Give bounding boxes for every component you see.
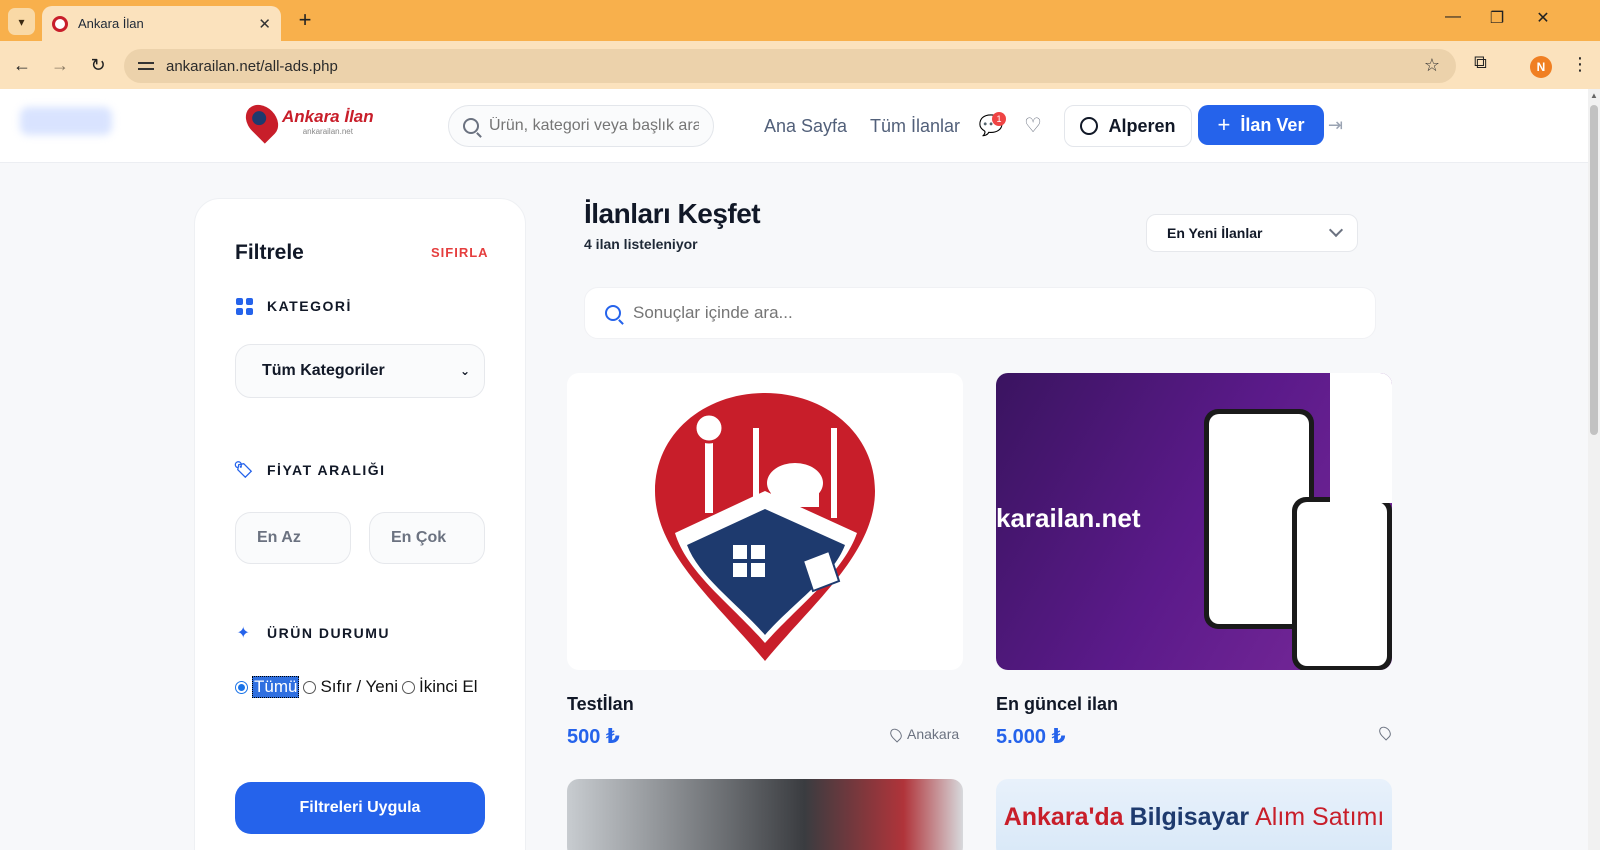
tab-close-icon[interactable]: ✕ — [258, 15, 271, 33]
phone-mockup — [1292, 497, 1392, 670]
results-search[interactable] — [584, 287, 1376, 339]
back-icon[interactable]: ← — [10, 53, 34, 77]
page-scrollbar[interactable]: ▲ — [1588, 89, 1600, 850]
logout-icon[interactable]: ⇥ — [1328, 115, 1343, 136]
radio-all[interactable] — [235, 680, 248, 694]
location-pin-icon — [1376, 724, 1394, 741]
restore-icon[interactable]: ❐ — [1483, 8, 1511, 28]
listing-image[interactable]: karailan.net — [996, 373, 1392, 670]
site-logo[interactable]: Ankara İlan ankarailan.net — [239, 98, 374, 144]
filter-panel: Filtrele SIFIRLA KATEGORİ Tüm Kategorile… — [194, 198, 526, 850]
forward-icon[interactable]: → — [48, 53, 72, 77]
blurred-logo — [20, 107, 112, 135]
tag-icon: 🏷 — [233, 462, 255, 479]
listing-title[interactable]: En güncel ilan — [996, 694, 1118, 715]
results-search-input[interactable] — [633, 303, 1333, 323]
user-account-button[interactable]: Alperen — [1064, 105, 1192, 147]
sparkle-icon: ✦ — [236, 625, 252, 642]
site-favicon-icon — [52, 15, 68, 32]
window-close-icon[interactable]: ✕ — [1529, 8, 1557, 28]
banner-word: Alım Satımı — [1255, 803, 1385, 831]
logo-pin-icon — [239, 98, 285, 144]
browser-tabbar: ▾ Ankara İlan ✕ + — ❐ ✕ — [0, 0, 1600, 41]
price-section-label: 🏷 FİYAT ARALIĞI — [233, 462, 386, 479]
nav-all-listings[interactable]: Tüm İlanlar — [870, 116, 960, 137]
scroll-up-icon[interactable]: ▲ — [1590, 91, 1598, 100]
minimize-icon[interactable]: — — [1439, 8, 1467, 26]
ankara-ilan-logo-image — [655, 393, 875, 661]
profile-avatar[interactable]: N — [1530, 56, 1552, 78]
search-icon — [463, 118, 479, 134]
listing-title[interactable]: Testİlan — [567, 694, 634, 715]
bookmark-star-icon[interactable]: ☆ — [1424, 55, 1440, 76]
sort-select[interactable]: En Yeni İlanlar — [1146, 214, 1358, 252]
listing-price: 5.000 ₺ — [996, 726, 1066, 748]
post-ad-label: İlan Ver — [1240, 114, 1305, 135]
listing-image[interactable] — [567, 779, 963, 850]
radio-used-label[interactable]: İkinci El — [419, 677, 478, 697]
user-name: Alperen — [1108, 115, 1176, 136]
sort-select-value: En Yeni İlanlar — [1167, 225, 1263, 241]
banner-word: Ankara'da — [1003, 803, 1124, 831]
condition-radio-group: Tümü Sıfır / Yeni İkinci El — [235, 676, 482, 698]
phone-mockup — [1330, 373, 1392, 503]
search-icon — [605, 305, 621, 321]
favorites-heart-icon[interactable]: ♡ — [1020, 113, 1046, 139]
post-ad-button[interactable]: + İlan Ver — [1198, 105, 1324, 145]
apply-filters-button[interactable]: Filtreleri Uygula — [235, 782, 485, 834]
scrollbar-thumb[interactable] — [1590, 105, 1598, 435]
listing-image[interactable]: Ankara'da Bilgisayar Alım Satımı — [996, 779, 1392, 850]
location-pin-icon — [887, 725, 905, 743]
browser-tab[interactable]: Ankara İlan ✕ — [42, 6, 281, 41]
plus-icon: + — [1217, 112, 1231, 137]
banner-word: Bilgisayar — [1129, 803, 1250, 831]
category-section-label: KATEGORİ — [235, 297, 352, 315]
radio-new-label[interactable]: Sıfır / Yeni — [320, 677, 398, 697]
chevron-down-icon: ⌄ — [459, 364, 470, 378]
listing-count: 4 ilan listeleniyor — [584, 236, 698, 252]
listing-location — [1376, 724, 1396, 741]
browser-menu-icon[interactable]: ⋮ — [1571, 54, 1589, 75]
listing-location: Anakara — [887, 725, 959, 743]
new-tab-button[interactable]: + — [292, 8, 318, 34]
tab-search-button[interactable]: ▾ — [8, 8, 35, 35]
header-search-input[interactable] — [489, 117, 699, 135]
brand-subtitle: ankarailan.net — [302, 126, 353, 136]
reset-filters-link[interactable]: SIFIRLA — [431, 245, 489, 260]
listing-image[interactable] — [567, 373, 963, 670]
grid-icon — [235, 297, 253, 315]
price-min-input[interactable]: En Az — [235, 512, 351, 564]
extensions-icon[interactable]: ⧉ — [1474, 52, 1496, 74]
tab-title: Ankara İlan — [78, 16, 144, 31]
nav-home[interactable]: Ana Sayfa — [764, 116, 847, 137]
url-text[interactable]: ankarailan.net/all-ads.php — [166, 58, 338, 75]
radio-new[interactable] — [303, 680, 317, 694]
condition-section-label: ✦ ÜRÜN DURUMU — [236, 625, 391, 642]
browser-toolbar: ← → ↻ ankarailan.net/all-ads.php ☆ — [0, 41, 1600, 89]
listing-price: 500 ₺ — [567, 726, 620, 748]
radio-used[interactable] — [401, 680, 415, 694]
message-count-badge: 1 — [992, 112, 1006, 126]
category-select-value: Tüm Kategoriler — [262, 362, 385, 379]
category-select[interactable]: Tüm Kategoriler ⌄ — [235, 344, 485, 398]
price-max-input[interactable]: En Çok — [369, 512, 485, 564]
reload-icon[interactable]: ↻ — [86, 53, 110, 77]
site-header: Ankara İlan ankarailan.net Ana Sayfa Tüm… — [0, 89, 1588, 163]
page-title: İlanları Keşfet — [584, 198, 761, 229]
promo-image-text: karailan.net — [996, 503, 1141, 533]
radio-all-label[interactable]: Tümü — [252, 676, 300, 698]
header-search[interactable] — [448, 105, 714, 147]
brand-name: Ankara İlan — [282, 106, 374, 126]
user-icon — [1080, 117, 1099, 135]
filter-title: Filtrele — [235, 241, 304, 264]
site-settings-icon[interactable] — [138, 59, 154, 73]
address-bar[interactable]: ankarailan.net/all-ads.php ☆ — [124, 49, 1456, 83]
chevron-down-icon — [1328, 222, 1344, 238]
